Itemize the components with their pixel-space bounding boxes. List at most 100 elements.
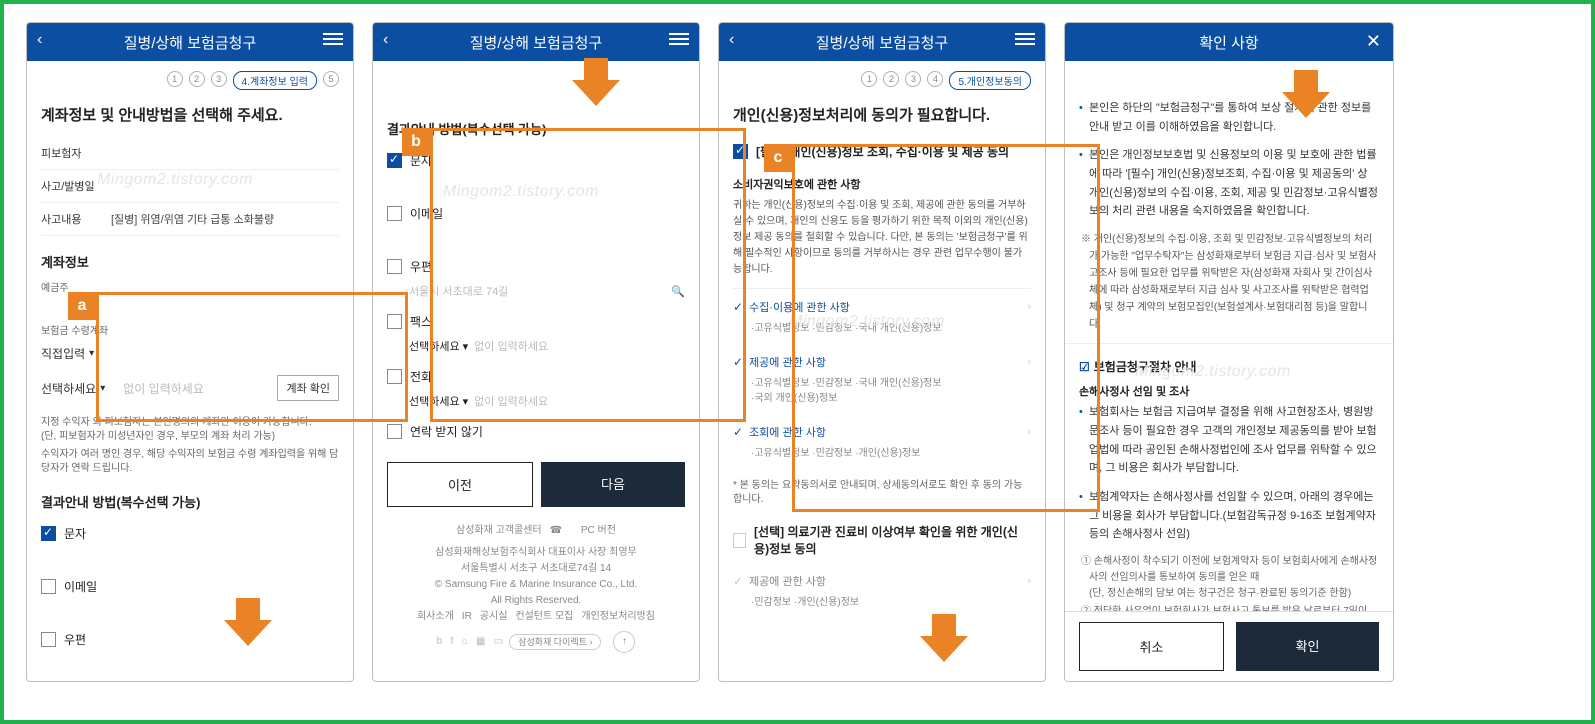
header: ‹ 질병/상해 보험금청구 <box>373 23 699 61</box>
checkbox-icon <box>733 144 748 159</box>
arrow-down-icon <box>220 594 276 650</box>
back-icon[interactable]: ‹ <box>729 31 734 49</box>
chevron-right-icon: › <box>1027 301 1031 313</box>
hamburger-icon[interactable] <box>669 33 689 45</box>
checkbox-icon <box>387 369 402 384</box>
canvas: ‹ 질병/상해 보험금청구 123 4.계좌정보 입력 5 계좌정보 및 안내방… <box>0 0 1595 724</box>
checkbox-icon <box>41 579 56 594</box>
tag-b: b <box>402 128 430 156</box>
checkbox-icon <box>41 526 56 541</box>
tag-c: c <box>764 144 792 172</box>
back-icon[interactable]: ‹ <box>383 31 388 49</box>
chk-email[interactable]: 이메일 <box>41 572 339 601</box>
fax-select[interactable]: 선택하세요 ▾ <box>409 338 468 354</box>
screen-3: ‹ 질병/상해 보험금청구 1234 5.개인정보동의 개인(신용)정보처리에 … <box>718 22 1046 682</box>
proc-2: 보험계약자는 손해사정사를 선임할 수 있으며, 아래의 경우에는 그 비용을 … <box>1079 488 1379 544</box>
address-input[interactable]: 서울시 서초대로 74길🔍 <box>387 281 685 307</box>
checkbox-icon <box>387 314 402 329</box>
header-title: 질병/상해 보험금청구 <box>816 32 949 53</box>
arrow-down-icon <box>916 610 972 666</box>
phone-select[interactable]: 선택하세요 ▾ <box>409 393 468 409</box>
section-notify: 결과안내 방법(복수선택 가능) <box>387 119 685 138</box>
header: 확인 사항 ✕ <box>1065 23 1393 61</box>
checkbox-icon <box>387 259 402 274</box>
prev-button[interactable]: 이전 <box>387 462 533 507</box>
label-receive-account: 보험금 수령계좌 <box>41 322 339 337</box>
chk-post[interactable]: 우편 <box>387 252 685 281</box>
select-direct[interactable]: 직접입력▾ <box>41 339 339 369</box>
back-icon[interactable]: ‹ <box>37 31 42 49</box>
acc-collect[interactable]: ✓수집·이용에 관한 사항› ·고유식별정보 ·민감정보 ·국내 개인(신용)정… <box>733 289 1031 344</box>
sub-assessor: 손해사정사 선임 및 조사 <box>1079 383 1379 399</box>
row-insured: 피보험자 <box>41 137 339 170</box>
proc-1: 보험회사는 보험금 지급여부 결정을 위해 사고현장조사, 병원방문조사 등이 … <box>1079 403 1379 478</box>
chk-optional-consent[interactable]: [선택] 의료기관 진료비 이상여부 확인을 위한 개인(신용)정보 동의 <box>733 517 1031 563</box>
screen-2: ‹ 질병/상해 보험금청구 결과안내 방법(복수선택 가능) 문자 이메일 우편… <box>372 22 700 682</box>
chevron-right-icon: › <box>1027 426 1031 438</box>
checkbox-icon <box>387 424 402 439</box>
info-2: 본인은 개인정보보호법 및 신용정보의 이용 및 보호에 관한 법률에 따라 '… <box>1079 146 1379 221</box>
chk-sms[interactable]: 문자 <box>387 146 685 175</box>
chevron-right-icon: › <box>1027 575 1031 587</box>
phone-input[interactable]: 없이 입력하세요 <box>474 393 548 409</box>
header: ‹ 질병/상해 보험금청구 <box>719 23 1045 61</box>
cancel-button[interactable]: 취소 <box>1079 622 1224 671</box>
header-title: 질병/상해 보험금청구 <box>124 32 257 53</box>
confirm-button[interactable]: 확인 <box>1236 622 1379 671</box>
note-2: 수익자가 여러 명인 경우, 해당 수익자의 보험금 수령 계좌입력을 위해 담… <box>41 448 339 476</box>
phone-icon: ☎ <box>550 523 562 539</box>
page-title: 개인(신용)정보처리에 동의가 필요합니다. <box>733 104 1031 125</box>
checkbox-icon <box>41 632 56 647</box>
verify-account-button[interactable]: 계좌 확인 <box>277 375 339 401</box>
header: ‹ 질병/상해 보험금청구 <box>27 23 353 61</box>
header-title: 확인 사항 <box>1199 32 1258 53</box>
bottom-buttons: 취소 확인 <box>1065 611 1393 681</box>
page-title: 계좌정보 및 안내방법을 선택해 주세요. <box>41 104 339 125</box>
hamburger-icon[interactable] <box>1015 33 1035 45</box>
step-indicator: 1234 5.개인정보동의 <box>733 71 1031 90</box>
close-icon[interactable]: ✕ <box>1366 31 1381 52</box>
arrow-down-icon <box>1278 66 1334 122</box>
fax-input[interactable]: 없이 입력하세요 <box>474 338 548 354</box>
step-indicator: 123 4.계좌정보 입력 5 <box>41 71 339 90</box>
row-desc: 사고내용[질병] 위염/위염 기타 급통 소화불량 <box>41 203 339 236</box>
chk-none[interactable]: 연락 받지 않기 <box>387 417 685 446</box>
chk-post[interactable]: 우편 <box>41 625 339 654</box>
note-1: 지정 수익자 외 피보험자는 본인명의의 계좌만 이용이 가능합니다. (단, … <box>41 416 339 444</box>
scroll-top-button[interactable]: ↑ <box>613 631 635 653</box>
section-procedure: ☑보험금청구절차 안내 <box>1079 358 1379 375</box>
checkbox-icon <box>387 206 402 221</box>
header-title: 질병/상해 보험금청구 <box>470 32 603 53</box>
tag-a: a <box>68 292 96 320</box>
section-notify: 결과안내 방법(복수선택 가능) <box>41 492 339 511</box>
footer-links[interactable]: 회사소개IR공시실컨설턴트 모집개인정보처리방침 <box>387 609 685 625</box>
acc-provide[interactable]: ✓제공에 관한 사항› ·고유식별정보 ·민감정보 ·국내 개인(신용)정보 ·… <box>733 344 1031 414</box>
select-bank-row: 선택하세요▾ 없이 입력하세요 계좌 확인 <box>41 369 339 408</box>
info-3: ※ 개인(신용)정보의 수집·이용, 조회 및 민감정보·고유식별정보의 처리가… <box>1079 231 1379 333</box>
chk-fax[interactable]: 팩스 <box>387 307 685 336</box>
consent-body: 귀하는 개인(신용)정보의 수집·이용 및 조회, 제공에 관한 동의를 거부하… <box>733 198 1031 278</box>
hamburger-icon[interactable] <box>323 33 343 45</box>
acc-opt-provide[interactable]: ✓제공에 관한 사항› ·민감정보 ·개인(신용)정보 <box>733 563 1031 618</box>
chk-email[interactable]: 이메일 <box>387 199 685 228</box>
chevron-right-icon: › <box>1027 356 1031 368</box>
consent-note: * 본 동의는 요약동의서로 안내되며, 상세동의서로도 확인 후 동의 가능합… <box>733 479 1031 507</box>
arrow-down-icon <box>568 54 624 110</box>
chk-phone[interactable]: 전화 <box>387 362 685 391</box>
footer: 삼성화재 고객콜센터 ☎ PC 버전 삼성화재해상보험주식회사 대표이사 사장 … <box>387 523 685 653</box>
screen-4: 확인 사항 ✕ 본인은 하단의 "보험금청구"를 통하여 보상 절차에 관한 정… <box>1064 22 1394 682</box>
chk-sms[interactable]: 문자 <box>41 519 339 548</box>
proc-2-sub: ① 손해사정이 착수되기 이전에 보험계약자 등이 보험회사에게 손해사정사의 … <box>1079 554 1379 611</box>
account-input[interactable]: 없이 입력하세요 <box>123 380 204 397</box>
acc-lookup[interactable]: ✓조회에 관한 사항› ·고유식별정보 ·민감정보 ·개인(신용)정보 <box>733 414 1031 469</box>
select-bank[interactable]: 선택하세요▾ <box>41 380 105 397</box>
consent-subtitle: 소비자권익보호에 관한 사항 <box>733 176 1031 192</box>
screen-1: ‹ 질병/상해 보험금청구 123 4.계좌정보 입력 5 계좌정보 및 안내방… <box>26 22 354 682</box>
direct-link[interactable]: 삼성화재 다이렉트 › <box>509 634 601 650</box>
section-account: 계좌정보 <box>41 252 339 271</box>
checkbox-icon <box>733 533 746 548</box>
info-1: 본인은 하단의 "보험금청구"를 통하여 보상 절차에 관한 정보를 안내 받고… <box>1079 99 1379 136</box>
search-icon[interactable]: 🔍 <box>671 285 685 298</box>
next-button[interactable]: 다음 <box>541 462 685 507</box>
row-date: 사고/발병일 <box>41 170 339 203</box>
